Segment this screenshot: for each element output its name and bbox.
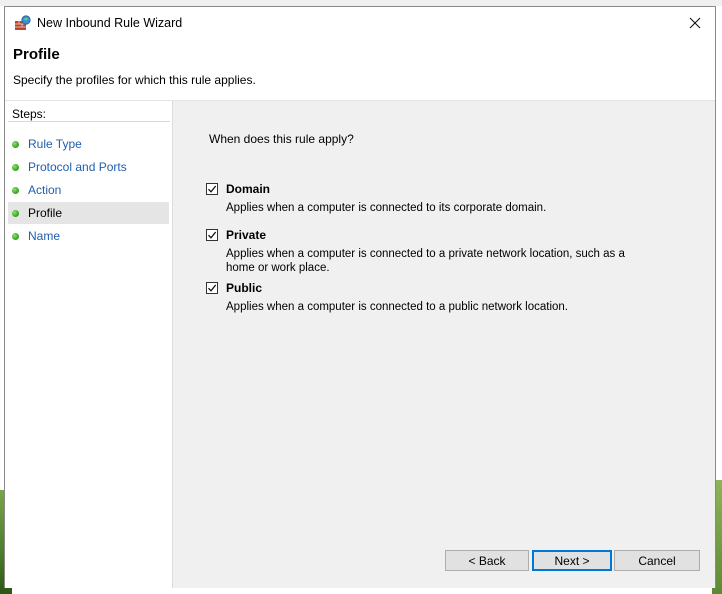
- close-icon: [689, 17, 701, 29]
- checkmark-icon: [208, 185, 217, 193]
- green-dot-icon: [12, 164, 19, 171]
- step-profile: Profile: [8, 202, 169, 224]
- wizard-dialog: New Inbound Rule Wizard Profile Specify …: [4, 6, 716, 588]
- firewall-wizard-icon: [14, 15, 31, 32]
- step-label: Protocol and Ports: [28, 160, 127, 174]
- green-dot-icon: [12, 210, 19, 217]
- green-dot-icon: [12, 187, 19, 194]
- step-protocol-and-ports[interactable]: Protocol and Ports: [8, 156, 169, 178]
- option-description: Applies when a computer is connected to …: [226, 301, 569, 313]
- option-title[interactable]: Domain: [226, 182, 270, 196]
- option-description: Applies when a computer is connected to …: [226, 248, 625, 274]
- option-title[interactable]: Private: [226, 228, 266, 242]
- question-text: When does this rule apply?: [209, 132, 354, 146]
- step-label: Action: [28, 183, 62, 197]
- wizard-header: Profile Specify the profiles for which t…: [5, 39, 715, 101]
- page-subtitle: Specify the profiles for which this rule…: [13, 73, 256, 87]
- wizard-body: Steps: Rule Type Protocol and Ports Acti…: [5, 101, 715, 588]
- back-button[interactable]: < Back: [445, 550, 529, 571]
- option-description: Applies when a computer is connected to …: [226, 202, 547, 214]
- step-label: Name: [28, 229, 61, 243]
- title-bar[interactable]: New Inbound Rule Wizard: [5, 7, 715, 39]
- content-pane: When does this rule apply? Domain Applie…: [173, 101, 715, 588]
- close-button[interactable]: [675, 7, 715, 39]
- steps-divider: [8, 121, 170, 122]
- step-label: Rule Type: [28, 137, 82, 151]
- page-title: Profile: [13, 46, 60, 63]
- next-button[interactable]: Next >: [532, 550, 612, 571]
- domain-checkbox[interactable]: [206, 183, 218, 195]
- green-dot-icon: [12, 233, 19, 240]
- checkmark-icon: [208, 284, 217, 292]
- step-label: Profile: [28, 206, 63, 220]
- steps-pane: Steps: Rule Type Protocol and Ports Acti…: [5, 101, 173, 588]
- private-checkbox[interactable]: [206, 229, 218, 241]
- step-rule-type[interactable]: Rule Type: [8, 133, 169, 155]
- cancel-button[interactable]: Cancel: [614, 550, 700, 571]
- checkmark-icon: [208, 231, 217, 239]
- option-title[interactable]: Public: [226, 281, 262, 295]
- steps-label: Steps:: [12, 107, 47, 121]
- step-name[interactable]: Name: [8, 225, 169, 247]
- public-checkbox[interactable]: [206, 282, 218, 294]
- green-dot-icon: [12, 141, 19, 148]
- step-action[interactable]: Action: [8, 179, 169, 201]
- window-title: New Inbound Rule Wizard: [37, 16, 183, 30]
